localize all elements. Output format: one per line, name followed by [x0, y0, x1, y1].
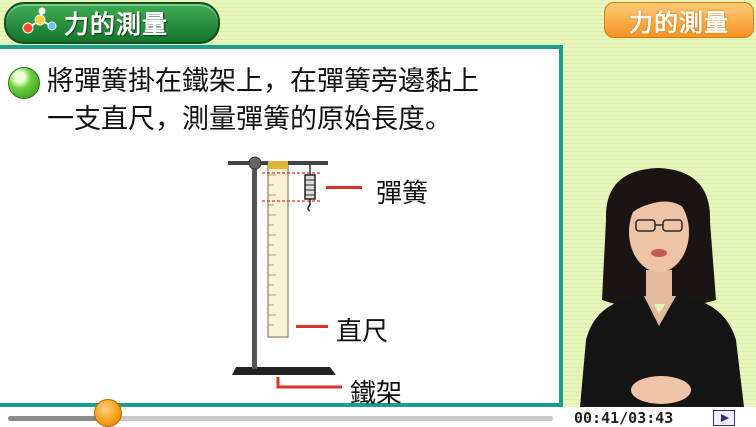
presenter-hands — [631, 376, 691, 404]
slide-board: 將彈簧掛在鐵架上，在彈簧旁邊黏上 一支直尺，測量彈簧的原始長度。 彈簧 直尺 鐵… — [0, 45, 563, 409]
lesson-title: 力的測量 — [64, 10, 169, 39]
label-stand: 鐵架 — [350, 379, 403, 409]
spring-pointer — [326, 186, 362, 189]
ruler — [267, 164, 289, 338]
progress-fill — [8, 416, 108, 421]
time-display: 00:41/03:43 — [574, 409, 674, 427]
molecule-icon — [18, 4, 62, 42]
lesson-title-bar: 力的測量 — [4, 2, 220, 44]
presenter-mouth — [651, 249, 667, 257]
play-button[interactable] — [713, 410, 735, 426]
progress-knob[interactable] — [94, 399, 122, 427]
stand-pole — [252, 157, 257, 369]
ruler-pointer — [296, 325, 328, 328]
label-ruler: 直尺 — [336, 317, 389, 347]
ruler-clip — [268, 161, 288, 169]
progress-track[interactable] — [8, 416, 553, 421]
stand-clamp — [248, 156, 262, 170]
label-spring: 彈簧 — [376, 179, 429, 209]
presenter-video — [580, 168, 744, 407]
stand-pointer — [276, 377, 342, 389]
stand-base — [232, 367, 336, 375]
lesson-badge: 力的測量 — [604, 2, 754, 38]
spring-scale-diagram — [228, 156, 362, 389]
